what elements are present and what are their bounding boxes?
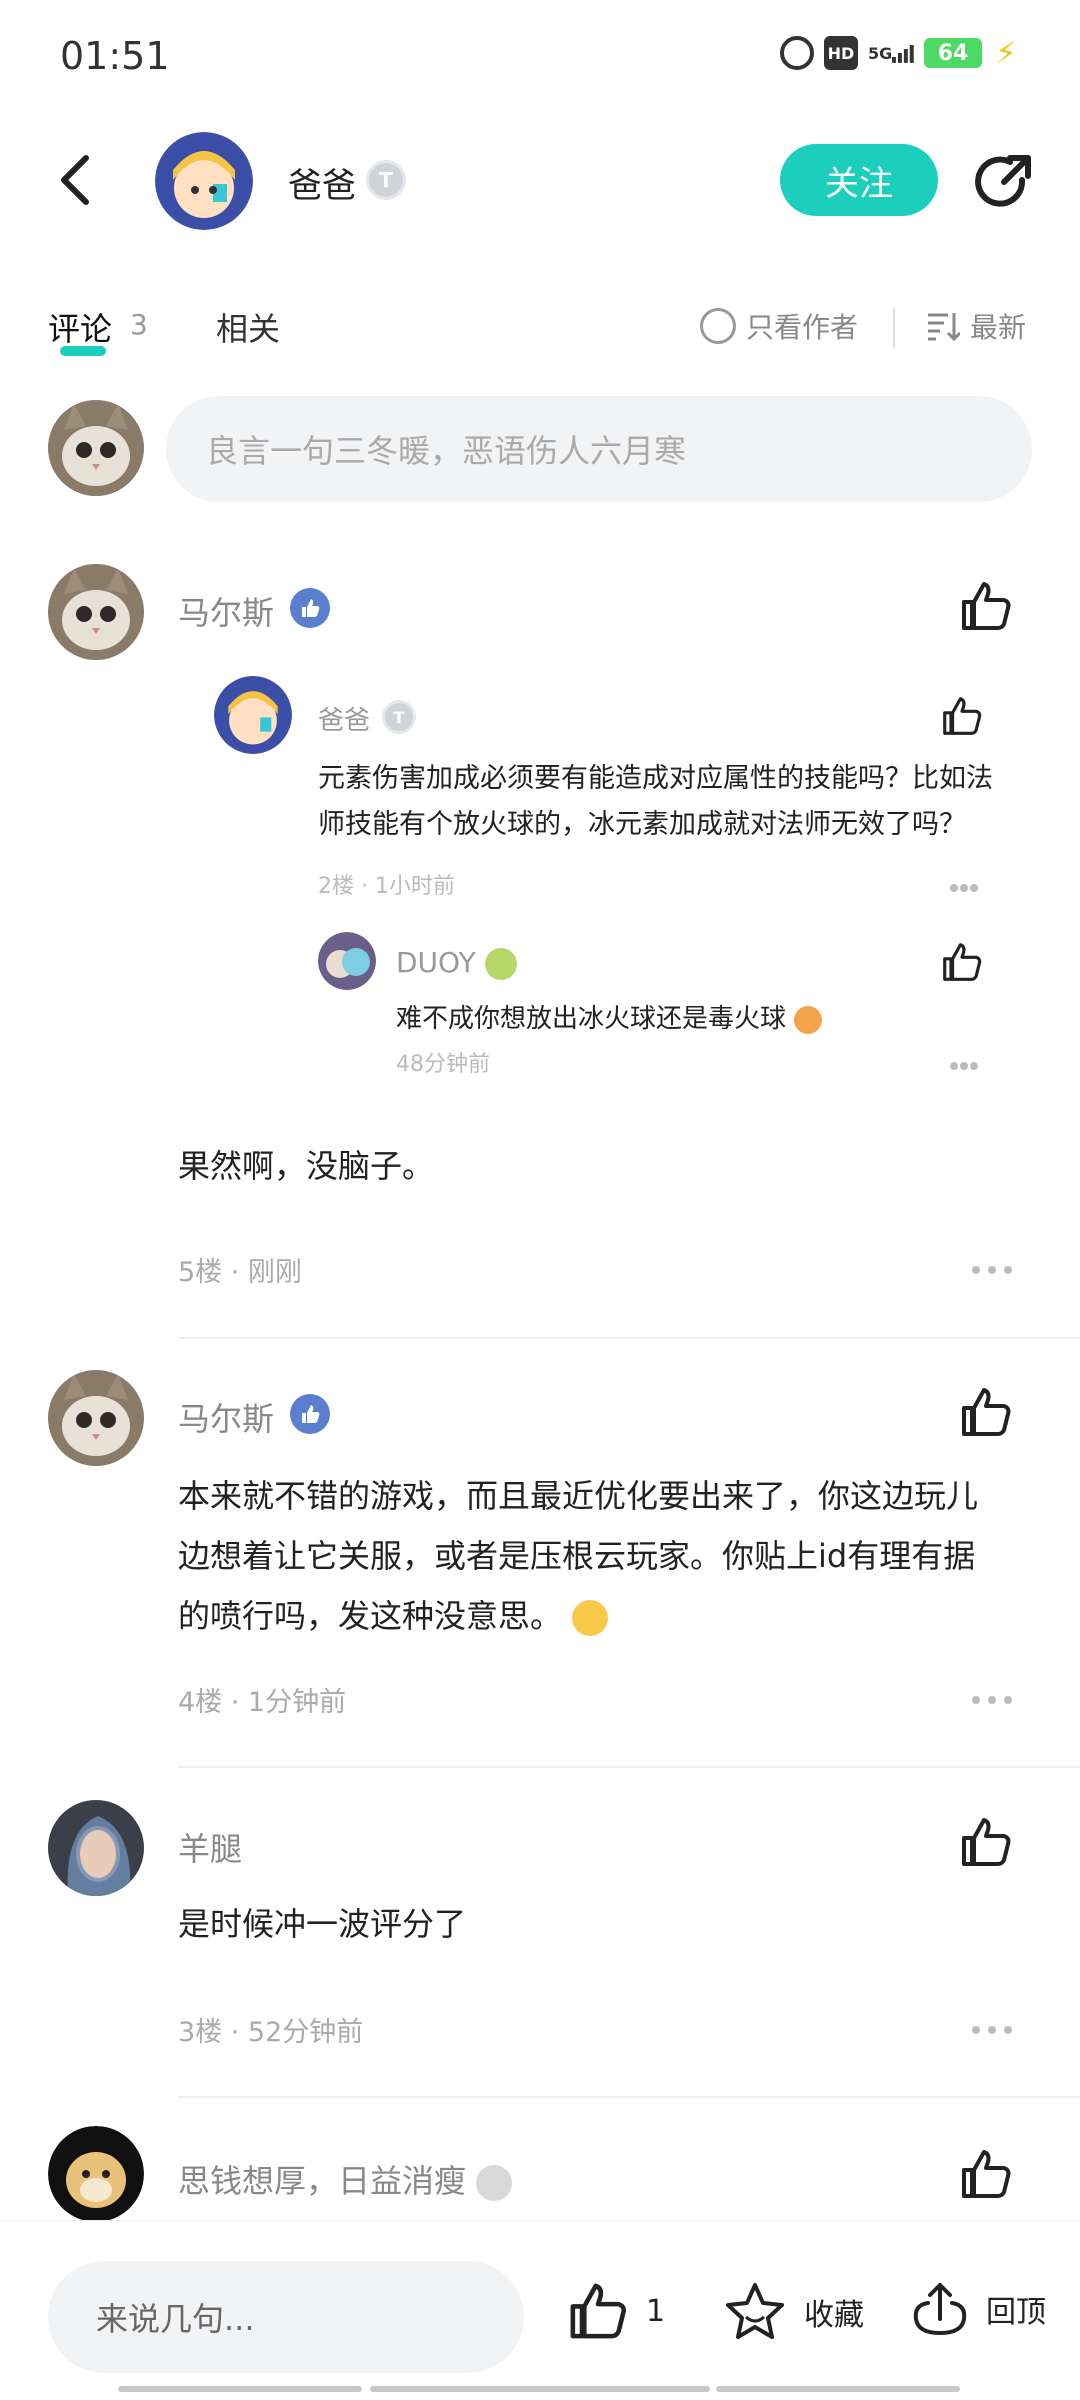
quoted-text: 元素伤害加成必须要有能造成对应属性的技能吗？比如法师技能有个放火球的，冰元素加成…: [318, 763, 993, 840]
commenter-avatar[interactable]: [48, 1800, 144, 1896]
share-icon[interactable]: [970, 150, 1036, 216]
like-icon[interactable]: [958, 2146, 1014, 2202]
star-icon: [726, 2283, 784, 2339]
character-emoji-icon: [484, 948, 517, 980]
more-icon[interactable]: [950, 884, 978, 894]
commenter-name[interactable]: 马尔斯: [178, 588, 274, 634]
commenter-name[interactable]: 思钱想厚，日益消瘦: [178, 2156, 513, 2202]
like-icon[interactable]: [940, 694, 984, 738]
commenter-avatar[interactable]: [48, 564, 144, 660]
back-to-top-label: 回顶: [986, 2295, 1046, 2330]
commenter-avatar[interactable]: [48, 1370, 144, 1466]
nav-handle: [118, 2386, 362, 2392]
reply-meta: 48分钟前: [396, 1052, 490, 1077]
reply-name-text: DUOY: [396, 946, 476, 979]
grimace-emoji-icon: [794, 1005, 823, 1034]
like-icon[interactable]: [940, 940, 984, 984]
commenter-name-text: 思钱想厚，日益消瘦: [178, 2162, 467, 2200]
status-bar: 01:51 HD 5G 64 ⚡: [0, 0, 1080, 110]
divider: [178, 1337, 1080, 1339]
like-icon: [570, 2283, 626, 2339]
tab-bar: 评论 3 相关 只看作者 最新: [0, 290, 1080, 370]
more-icon[interactable]: [950, 1062, 978, 1072]
battery-icon: 64: [924, 38, 982, 68]
commenter-avatar[interactable]: [48, 2126, 144, 2222]
more-icon[interactable]: [972, 2026, 1012, 2036]
sort-toggle[interactable]: 最新: [926, 306, 1026, 346]
signal-icon: 5G: [868, 36, 914, 70]
tab-related[interactable]: 相关: [216, 304, 280, 350]
upload-arrow-icon: [913, 2283, 967, 2336]
heart-eyes-emoji-icon: [572, 1600, 609, 1636]
verified-badge-icon: [290, 588, 330, 628]
more-icon[interactable]: [972, 1266, 1012, 1276]
comment-text: 果然啊，没脑子。: [178, 1147, 435, 1185]
nav-handle: [716, 2386, 960, 2392]
comment-line: 本来就不错的游戏，而且最近优化要出来了，你这边玩儿: [178, 1477, 979, 1515]
commenter-name[interactable]: 马尔斯: [178, 1394, 274, 1440]
like-icon[interactable]: [958, 1384, 1014, 1440]
comment-text: 本来就不错的游戏，而且最近优化要出来了，你这边玩儿 边想着让它关服，或者是压根云…: [178, 1466, 1038, 1646]
back-to-top-button[interactable]: 回顶: [910, 2279, 1046, 2339]
follow-button[interactable]: 关注: [780, 144, 938, 216]
like-icon[interactable]: [958, 1814, 1014, 1870]
tab-comments[interactable]: 评论: [48, 304, 112, 350]
reply-text-content: 难不成你想放出冰火球还是毒火球: [396, 1004, 787, 1034]
like-icon[interactable]: [958, 578, 1014, 634]
comment-line-text: 的喷行吗，发这种没意思。: [178, 1597, 563, 1635]
level-badge: T: [366, 160, 406, 200]
like-count: 1: [646, 2293, 666, 2329]
comment-text: 是时候冲一波评分了: [178, 1905, 467, 1943]
quoted-avatar[interactable]: [214, 676, 292, 754]
divider: [178, 2096, 1080, 2098]
like-post-button[interactable]: 1: [566, 2279, 665, 2343]
comment-input[interactable]: 良言一句三冬暖，恶语伤人六月寒: [166, 396, 1032, 502]
author-name[interactable]: 爸爸: [288, 158, 356, 207]
nav-handle: [370, 2386, 710, 2392]
only-author-toggle[interactable]: 只看作者: [700, 306, 858, 346]
favorite-button[interactable]: 收藏: [722, 2279, 864, 2345]
commenter-name[interactable]: 羊腿: [178, 1824, 242, 1870]
bottom-bar: 来说几句... 1 收藏 回顶: [0, 2220, 1080, 2400]
divider: [178, 1766, 1080, 1768]
sort-icon: [928, 313, 960, 342]
bottom-comment-input[interactable]: 来说几句...: [48, 2261, 524, 2373]
reply-name[interactable]: DUOY: [396, 946, 517, 980]
quoted-name[interactable]: 爸爸: [318, 700, 370, 737]
comment-line: 边想着让它关服，或者是压根云玩家。你贴上id有理有据: [178, 1537, 976, 1575]
author-avatar[interactable]: [155, 132, 253, 230]
character-emoji-icon: [476, 2165, 513, 2201]
more-icon[interactable]: [972, 1696, 1012, 1706]
header: 爸爸 T 关注: [0, 120, 1080, 240]
radio-icon: [700, 308, 736, 344]
comment-meta: 5楼 · 刚刚: [178, 1257, 302, 1288]
level-badge: T: [382, 700, 416, 734]
tab-active-indicator: [60, 346, 106, 356]
signal-label: 5G: [868, 43, 893, 63]
comment-meta: 4楼 · 1分钟前: [178, 1687, 347, 1718]
alarm-icon: [780, 36, 814, 70]
status-time: 01:51: [60, 34, 170, 78]
verified-badge-icon: [290, 1394, 330, 1434]
favorite-label: 收藏: [804, 2298, 864, 2333]
only-author-label: 只看作者: [746, 311, 859, 344]
back-icon[interactable]: [48, 150, 108, 210]
hd-icon: HD: [824, 36, 858, 70]
comments-count: 3: [130, 308, 148, 341]
comment-meta: 3楼 · 52分钟前: [178, 2017, 364, 2048]
my-avatar[interactable]: [48, 400, 144, 496]
status-icons: HD 5G 64 ⚡: [780, 35, 1020, 71]
comment-line-last: 的喷行吗，发这种没意思。: [178, 1586, 1038, 1646]
quoted-meta: 2楼 · 1小时前: [318, 874, 455, 899]
reply-text: 难不成你想放出冰火球还是毒火球: [396, 998, 823, 1035]
signal-bars-icon: [892, 45, 914, 63]
reply-avatar[interactable]: [318, 932, 376, 990]
sort-label: 最新: [970, 311, 1027, 344]
charging-icon: ⚡: [995, 35, 1017, 71]
divider: [893, 308, 895, 348]
